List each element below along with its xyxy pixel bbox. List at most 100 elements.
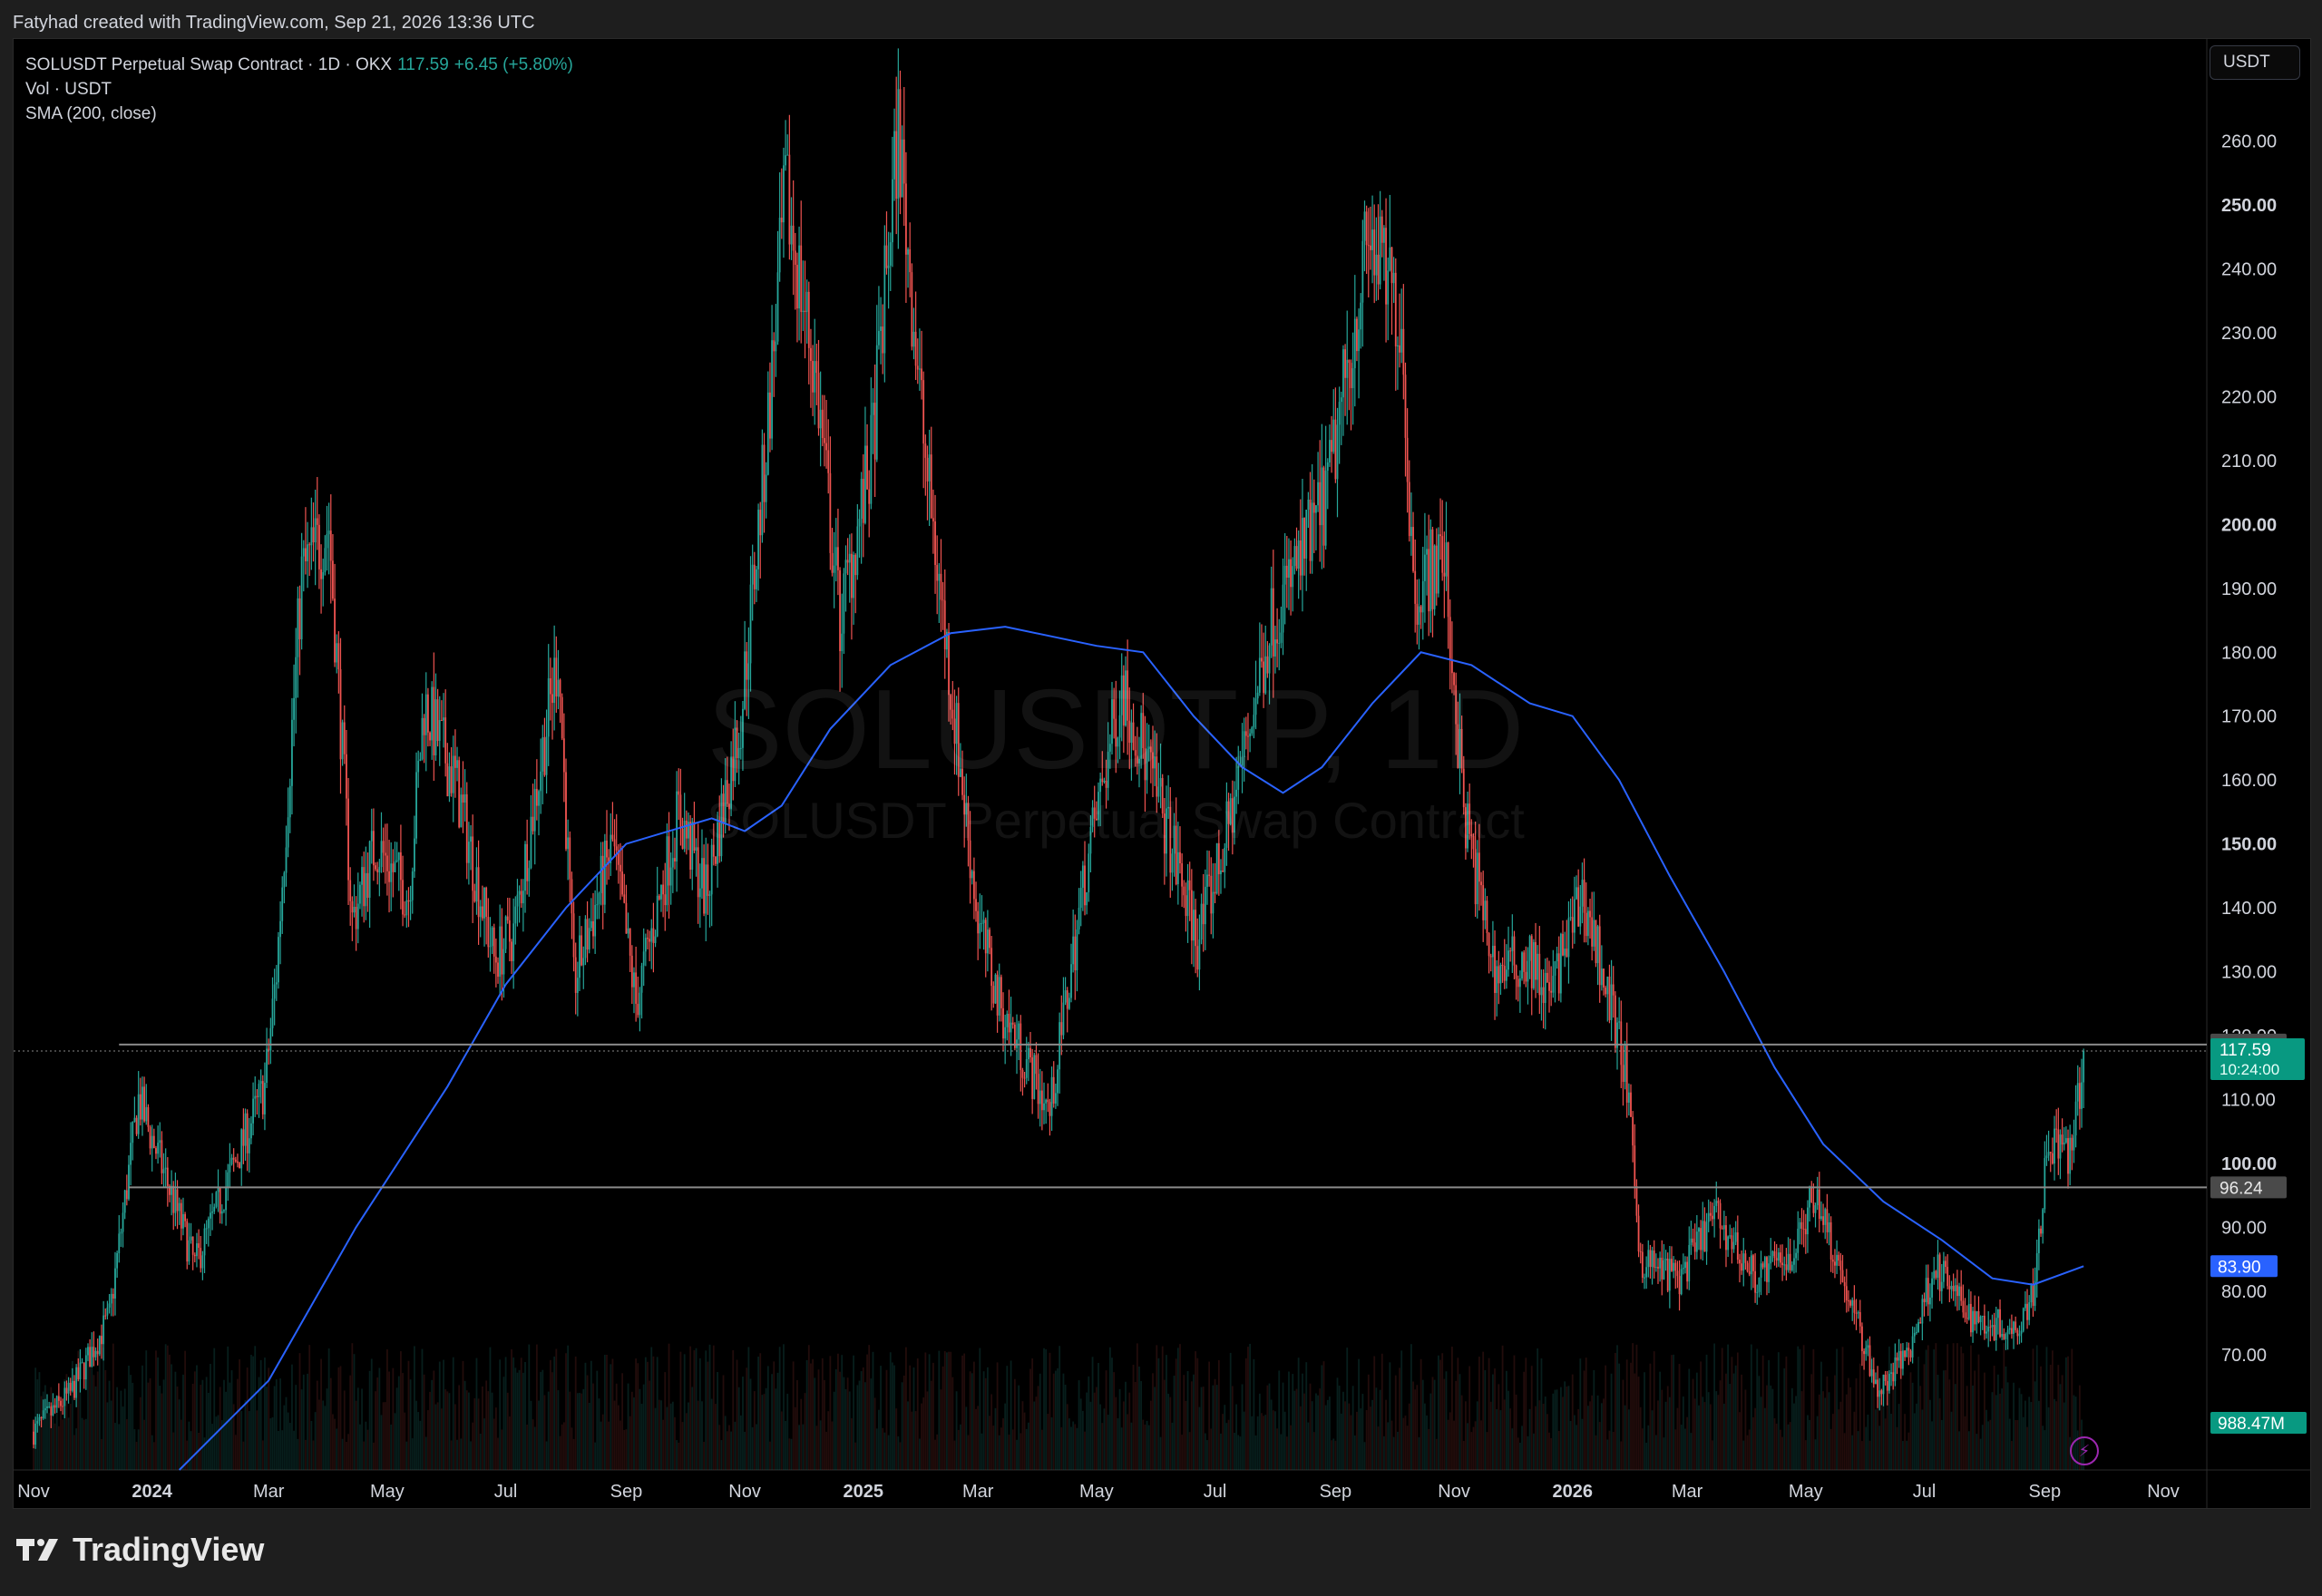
candle-body bbox=[1902, 1350, 1904, 1369]
candle-body bbox=[368, 841, 371, 898]
volume-bar bbox=[893, 1365, 895, 1470]
volume-bar bbox=[1482, 1351, 1485, 1470]
volume-bar bbox=[726, 1431, 728, 1470]
volume-bar bbox=[776, 1372, 779, 1470]
volume-bar bbox=[788, 1438, 791, 1470]
volume-bar bbox=[562, 1422, 565, 1470]
volume-bar bbox=[57, 1426, 60, 1470]
volume-bar bbox=[436, 1402, 439, 1470]
candle-body bbox=[1713, 1205, 1716, 1220]
candle-body bbox=[1511, 936, 1514, 951]
volume-bar bbox=[778, 1347, 781, 1470]
volume-bar bbox=[1888, 1346, 1890, 1470]
volume-bar bbox=[2008, 1418, 2011, 1470]
volume-bar bbox=[576, 1393, 579, 1470]
volume-bar bbox=[336, 1428, 338, 1470]
volume-bar bbox=[843, 1377, 845, 1470]
volume-bar bbox=[1807, 1415, 1809, 1470]
volume-bar bbox=[771, 1374, 773, 1470]
volume-bar bbox=[2013, 1382, 2015, 1470]
volume-bar bbox=[660, 1400, 662, 1470]
candle-body bbox=[1997, 1309, 1999, 1319]
candle-body bbox=[279, 920, 281, 938]
volume-bar bbox=[1099, 1404, 1102, 1470]
volume-bar bbox=[1227, 1419, 1230, 1470]
volume-bar bbox=[1923, 1364, 1926, 1470]
volume-bar bbox=[926, 1391, 929, 1470]
legend-volume[interactable]: Vol · USDT bbox=[25, 77, 573, 102]
volume-bar bbox=[1453, 1420, 1455, 1470]
candle-body bbox=[203, 1228, 206, 1256]
volume-bar bbox=[502, 1377, 505, 1470]
volume-bar bbox=[584, 1362, 587, 1470]
candle-body bbox=[405, 900, 408, 916]
volume-bar bbox=[1200, 1387, 1203, 1470]
volume-bar bbox=[487, 1391, 490, 1470]
candle-body bbox=[1666, 1259, 1669, 1291]
candle-body bbox=[1276, 639, 1278, 644]
candle-body bbox=[2047, 1152, 2050, 1156]
volume-bar bbox=[712, 1345, 715, 1470]
volume-bar bbox=[152, 1442, 155, 1470]
candle-body bbox=[765, 474, 767, 502]
lightning-icon[interactable]: ⚡ bbox=[2070, 1436, 2099, 1465]
volume-bar bbox=[873, 1397, 876, 1470]
volume-bar bbox=[553, 1356, 556, 1470]
volume-bar bbox=[606, 1354, 608, 1470]
volume-bar bbox=[1305, 1362, 1308, 1470]
candle-body bbox=[598, 892, 600, 905]
volume-bar bbox=[1111, 1358, 1113, 1470]
candle-body bbox=[800, 245, 803, 312]
candle-body bbox=[1297, 540, 1300, 569]
candle-body bbox=[1673, 1262, 1675, 1271]
candle-body bbox=[1878, 1390, 1881, 1397]
candle-body bbox=[339, 669, 342, 760]
candle-body bbox=[796, 265, 798, 309]
candle-body bbox=[2032, 1285, 2034, 1307]
currency-button[interactable]: USDT bbox=[2210, 45, 2300, 80]
volume-bar bbox=[1253, 1358, 1255, 1470]
volume-bar bbox=[1190, 1381, 1193, 1470]
volume-bar bbox=[246, 1367, 249, 1470]
candle-body bbox=[526, 843, 529, 881]
volume-bar bbox=[902, 1375, 905, 1470]
candle-body bbox=[353, 907, 356, 913]
volume-bar bbox=[1167, 1393, 1170, 1470]
volume-bar bbox=[990, 1394, 993, 1470]
candle-body bbox=[989, 929, 990, 949]
volume-bar bbox=[392, 1367, 395, 1470]
candle-body bbox=[1399, 345, 1400, 353]
candle-body bbox=[1906, 1348, 1908, 1358]
candle-body bbox=[1342, 349, 1344, 398]
volume-bar bbox=[365, 1421, 367, 1470]
volume-bar bbox=[1302, 1373, 1303, 1470]
candle-body bbox=[912, 331, 915, 347]
candle-body bbox=[1960, 1286, 1963, 1301]
candle-body bbox=[477, 867, 480, 918]
y-tick-label: 80.00 bbox=[2221, 1282, 2267, 1302]
candle-body bbox=[1690, 1238, 1693, 1245]
volume-bar bbox=[1342, 1391, 1344, 1470]
volume-bar bbox=[800, 1398, 803, 1470]
volume-bar bbox=[1144, 1424, 1146, 1470]
volume-bar bbox=[1156, 1345, 1158, 1470]
candle-body bbox=[627, 928, 629, 934]
candle-body bbox=[508, 920, 511, 942]
volume-bar bbox=[1179, 1344, 1181, 1470]
volume-bar bbox=[763, 1394, 766, 1470]
candle-body bbox=[1845, 1286, 1848, 1301]
candle-body bbox=[1979, 1316, 1982, 1323]
candle-body bbox=[1373, 229, 1376, 276]
volume-bar bbox=[1603, 1398, 1605, 1470]
legend-symbol-row[interactable]: SOLUSDT Perpetual Swap Contract · 1D · O… bbox=[25, 53, 573, 77]
volume-bar bbox=[1397, 1431, 1399, 1470]
volume-bar bbox=[302, 1374, 305, 1470]
volume-bar bbox=[1790, 1387, 1793, 1470]
volume-bar bbox=[102, 1348, 105, 1470]
volume-bar bbox=[1938, 1398, 1941, 1470]
legend-sma[interactable]: SMA (200, close) bbox=[25, 102, 573, 126]
candle-body bbox=[102, 1315, 105, 1345]
volume-bar bbox=[351, 1343, 354, 1470]
candle-body bbox=[268, 1048, 270, 1051]
volume-bar bbox=[1820, 1361, 1822, 1470]
